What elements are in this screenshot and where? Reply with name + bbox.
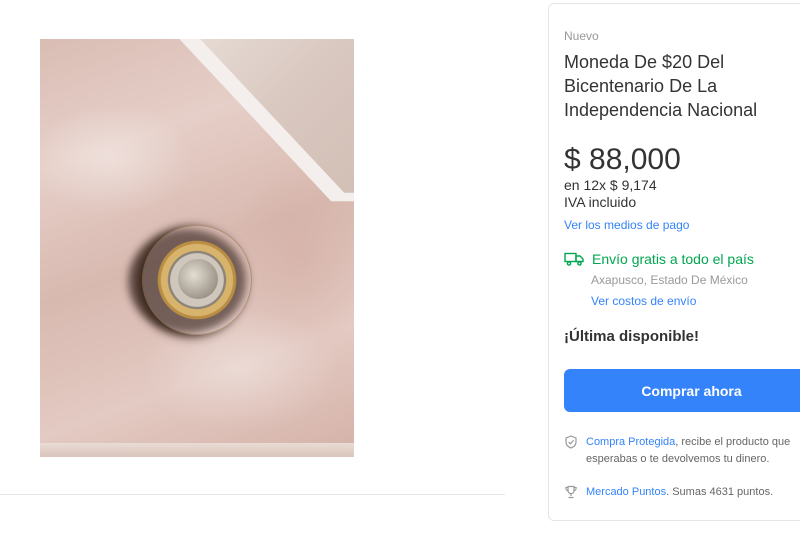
benefit-description: , recibe el producto que (675, 436, 791, 448)
buy-box: Nuevo Moneda De $20 Del Bicentenario De … (548, 3, 800, 521)
product-gallery (0, 0, 530, 533)
benefit-mercado-puntos: Mercado Puntos. Sumas 4631 puntos. (564, 484, 800, 501)
product-photo[interactable] (40, 39, 354, 457)
coin-image (142, 225, 252, 335)
benefit-description: . Sumas 4631 puntos. (666, 486, 774, 498)
product-condition: Nuevo (564, 29, 599, 43)
shield-check-icon (565, 435, 577, 449)
benefit-text: Compra Protegida, recibe el producto que… (586, 434, 790, 468)
gallery-divider (0, 494, 505, 495)
mercado-puntos-link[interactable]: Mercado Puntos (586, 486, 666, 498)
photo-tile-background (170, 39, 354, 202)
truck-icon (564, 252, 584, 266)
product-price: $ 88,000 (564, 143, 681, 176)
buy-now-button[interactable]: Comprar ahora (564, 369, 800, 412)
coin-center (178, 259, 218, 299)
shipping-location: Axapusco, Estado De México (591, 273, 748, 287)
payment-methods-link[interactable]: Ver los medios de pago (564, 218, 689, 232)
shipping-costs-link[interactable]: Ver costos de envío (591, 294, 696, 308)
protected-purchase-link[interactable]: Compra Protegida (586, 436, 675, 448)
photo-tile-edge (40, 443, 354, 457)
product-title: Moneda De $20 Del Bicentenario De La Ind… (564, 52, 758, 120)
benefit-protected-purchase: Compra Protegida, recibe el producto que… (564, 434, 800, 468)
shipping-info: Envío gratis a todo el país (564, 251, 754, 267)
trophy-icon (565, 485, 577, 499)
benefit-description-line2: esperabas o te devolvemos tu dinero. (586, 453, 770, 465)
shipping-label: Envío gratis a todo el país (592, 251, 754, 267)
installments-text: en 12x $ 9,174 (564, 177, 657, 193)
stock-status: ¡Última disponible! (564, 328, 699, 345)
tax-note: IVA incluido (564, 194, 637, 210)
